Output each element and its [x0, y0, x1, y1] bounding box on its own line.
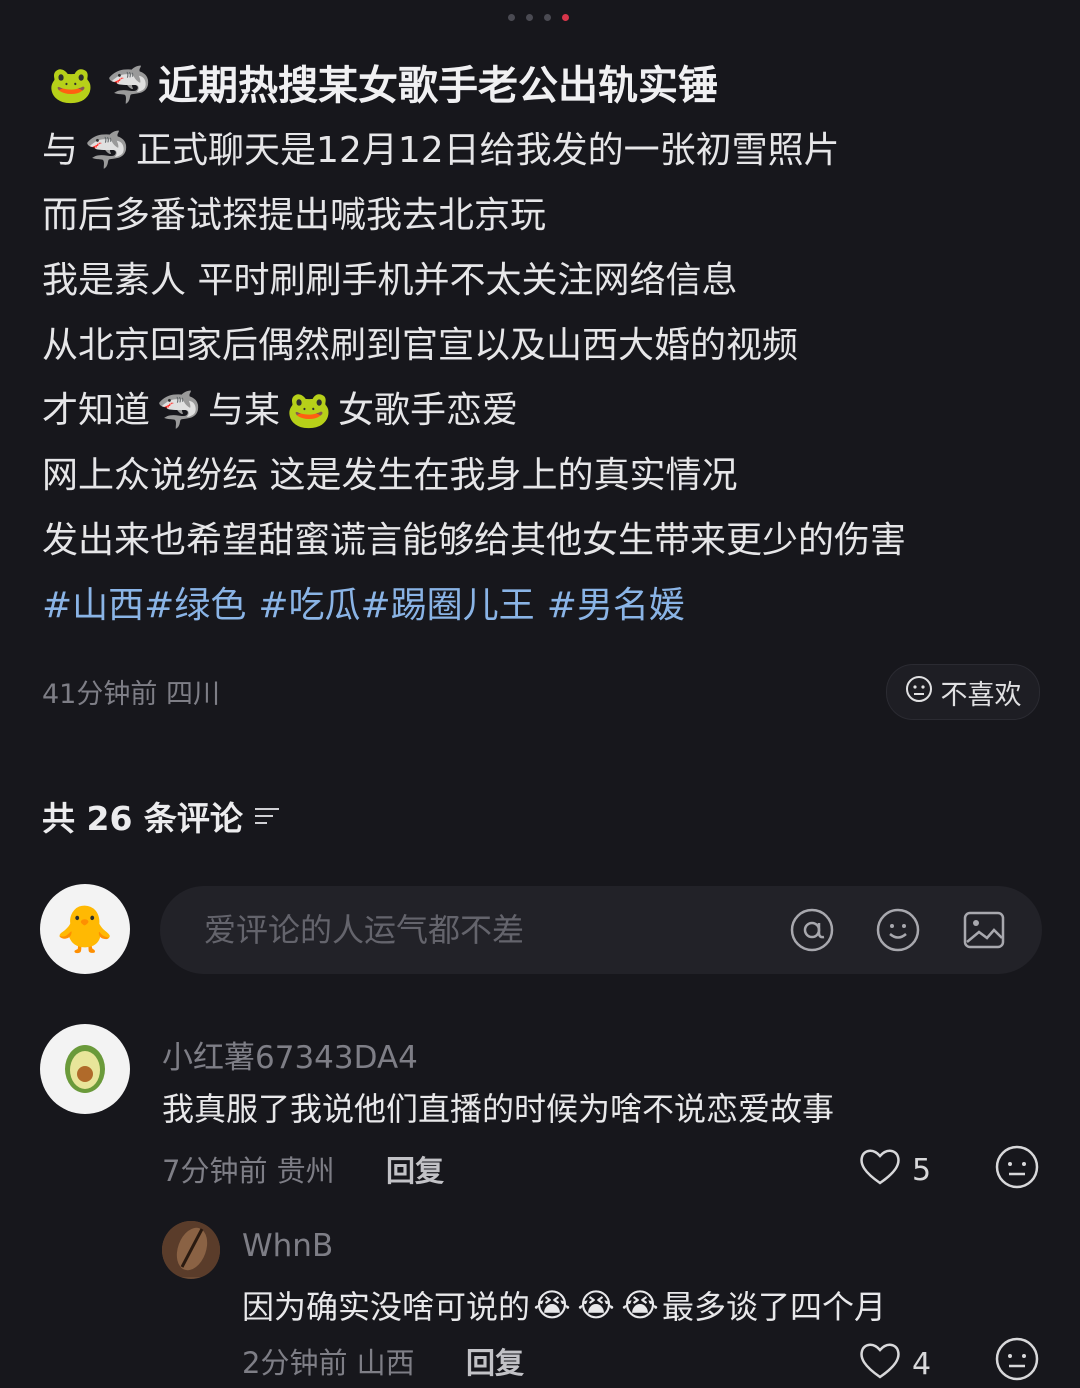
photo-avatar-icon — [162, 1221, 220, 1279]
post-line: 而后多番试探提出喊我去北京玩 — [42, 183, 1042, 248]
shark-emoji-icon: 🦈 — [84, 129, 130, 171]
heart-icon — [858, 1340, 902, 1388]
frog-emoji-icon: 🐸 — [286, 389, 332, 431]
dislike-label: 不喜欢 — [940, 679, 1022, 711]
post-line: 从北京回家后偶然刷到官宣以及山西大婚的视频 — [42, 313, 1042, 378]
post-text: 发出来也希望甜蜜谎言能够给其他女生带来更少的伤害 — [42, 520, 907, 561]
shark-emoji-icon: 🦈 — [156, 389, 202, 431]
hashtag-link[interactable]: #男名媛 — [547, 573, 685, 638]
page-dot — [526, 14, 533, 21]
like-count: 5 — [912, 1152, 932, 1188]
dislike-button[interactable]: 不喜欢 — [886, 664, 1040, 720]
reply-time: 2分钟前 山西 — [242, 1346, 415, 1380]
post-text: 与 — [42, 130, 79, 171]
reply-reply-button[interactable]: 回复 — [466, 1340, 524, 1382]
hashtag-link[interactable]: #吃瓜 — [258, 573, 360, 638]
commenter-avatar[interactable] — [40, 1024, 130, 1114]
post-line: 我是素人 平时刷刷手机并不太关注网络信息 — [42, 248, 1042, 313]
crying-face-icon: 😭 — [621, 1286, 659, 1324]
comment-text: 我真服了我说他们直播的时候为啥不说恋爱故事 — [162, 1090, 835, 1128]
duck-icon: 🐥 — [56, 902, 114, 956]
reply-avatar[interactable] — [162, 1221, 220, 1279]
reply-text-row: 因为确实没啥可说的 😭 😭 😭 最多谈了四个月 — [242, 1282, 886, 1328]
hashtag-row: #山西 #绿色 #吃瓜 #踢圈儿王 #男名媛 — [42, 573, 1042, 638]
crying-face-icon: 😭 — [533, 1286, 571, 1324]
page-indicator — [508, 14, 569, 21]
comment-input-placeholder: 爱评论的人运气都不差 — [204, 911, 525, 949]
post-text: 网上众说纷纭 这是发生在我身上的真实情况 — [42, 455, 738, 496]
emoji-icon[interactable] — [874, 906, 922, 954]
post-text: 与某 — [208, 390, 281, 431]
comment-dislike-button[interactable] — [994, 1144, 1040, 1194]
post-line: 发出来也希望甜蜜谎言能够给其他女生带来更少的伤害 — [42, 508, 1042, 573]
heart-icon — [858, 1146, 902, 1194]
post-title: 近期热搜某女歌手老公出轨实锤 — [158, 63, 718, 109]
post-text: 我是素人 平时刷刷手机并不太关注网络信息 — [42, 260, 738, 301]
my-avatar[interactable]: 🐥 — [40, 884, 130, 974]
reply-dislike-button[interactable] — [994, 1336, 1040, 1386]
page-dot — [508, 14, 515, 21]
shark-emoji-icon: 🦈 — [106, 65, 152, 106]
reply-text: 最多谈了四个月 — [662, 1288, 887, 1326]
mention-icon[interactable] — [788, 906, 836, 954]
sort-icon[interactable] — [253, 797, 281, 836]
like-button[interactable]: 5 — [858, 1146, 931, 1194]
post-line: 与 🦈 正式聊天是12月12日给我发的一张初雪照片 — [42, 118, 1042, 183]
post-line: 网上众说纷纭 这是发生在我身上的真实情况 — [42, 443, 1042, 508]
hashtag-link[interactable]: #山西 — [42, 573, 144, 638]
post-text: 才知道 — [42, 390, 151, 431]
comments-count: 共 26 条评论 — [42, 799, 243, 838]
comment-input[interactable]: 爱评论的人运气都不差 — [160, 886, 1042, 974]
hashtag-link[interactable]: #绿色 — [144, 573, 246, 638]
page-dot-active — [562, 14, 569, 21]
post-title-row: 🐸 🦈 近期热搜某女歌手老公出轨实锤 — [42, 54, 1042, 118]
hashtag-link[interactable]: #踢圈儿王 — [361, 573, 535, 638]
post-line: 才知道 🦈 与某 🐸 女歌手恋爱 — [42, 378, 1042, 443]
comments-header: 共 26 条评论 — [42, 792, 281, 840]
meh-face-icon — [905, 675, 933, 710]
page-dot — [544, 14, 551, 21]
image-icon[interactable] — [960, 906, 1008, 954]
post-text: 正式聊天是12月12日给我发的一张初雪照片 — [136, 130, 840, 171]
reply-button[interactable]: 回复 — [386, 1148, 444, 1190]
like-count: 4 — [912, 1346, 932, 1382]
post-text: 从北京回家后偶然刷到官宣以及山西大婚的视频 — [42, 325, 799, 366]
crying-face-icon: 😭 — [577, 1286, 615, 1324]
avocado-icon — [62, 1039, 108, 1099]
post-text: 女歌手恋爱 — [338, 390, 519, 431]
meh-face-icon — [994, 1337, 1040, 1386]
post-body: 🐸 🦈 近期热搜某女歌手老公出轨实锤 与 🦈 正式聊天是12月12日给我发的一张… — [42, 54, 1042, 638]
reply-author-name[interactable]: WhnB — [242, 1228, 333, 1264]
comment-time: 7分钟前 贵州 — [162, 1154, 335, 1188]
post-text: 而后多番试探提出喊我去北京玩 — [42, 195, 547, 236]
reply-text: 因为确实没啥可说的 — [242, 1288, 531, 1326]
reply-like-button[interactable]: 4 — [858, 1340, 931, 1388]
meh-face-icon — [994, 1145, 1040, 1194]
frog-emoji-icon: 🐸 — [48, 65, 94, 106]
post-meta: 41分钟前 四川 — [42, 679, 220, 710]
commenter-name[interactable]: 小红薯67343DA4 — [162, 1032, 418, 1077]
